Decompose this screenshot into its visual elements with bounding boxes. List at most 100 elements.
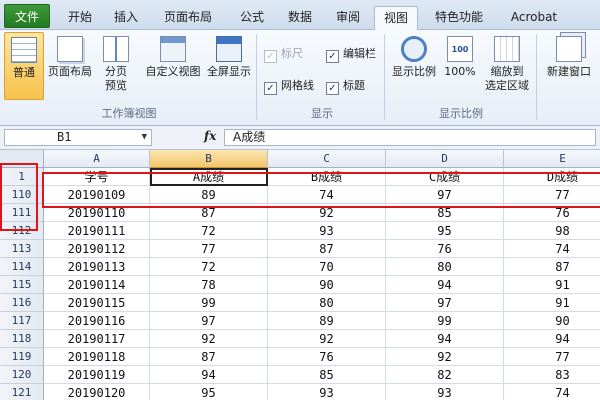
row-header[interactable]: 120	[0, 366, 44, 384]
row-header[interactable]: 1	[0, 168, 44, 186]
page-break-preview-button[interactable]: 分页 预览	[96, 32, 136, 100]
table-cell[interactable]: 89	[150, 186, 268, 204]
header-cell[interactable]: C成绩	[386, 168, 504, 186]
table-cell[interactable]: 94	[504, 330, 600, 348]
table-cell[interactable]: 20190118	[44, 348, 150, 366]
zoom-button[interactable]: 显示比例	[388, 32, 440, 100]
table-cell[interactable]: 74	[268, 186, 386, 204]
table-cell[interactable]: 97	[386, 294, 504, 312]
table-cell[interactable]: 94	[386, 276, 504, 294]
row-header[interactable]: 110	[0, 186, 44, 204]
table-cell[interactable]: 83	[504, 366, 600, 384]
table-cell[interactable]: 89	[268, 312, 386, 330]
row-header[interactable]: 115	[0, 276, 44, 294]
table-cell[interactable]: 70	[268, 258, 386, 276]
tab-page-layout[interactable]: 页面布局	[152, 6, 224, 30]
table-cell[interactable]: 77	[504, 186, 600, 204]
gridlines-checkbox[interactable]: ✓ 网格线	[264, 78, 314, 95]
table-cell[interactable]: 87	[504, 258, 600, 276]
formula-bar-checkbox[interactable]: ✓ 编辑栏	[326, 46, 376, 63]
table-cell[interactable]: 95	[386, 222, 504, 240]
table-cell[interactable]: 90	[504, 312, 600, 330]
table-cell[interactable]: 94	[150, 366, 268, 384]
zoom-to-selection-button[interactable]: 缩放到 选定区域	[480, 32, 534, 100]
insert-function-icon[interactable]: fx	[204, 129, 216, 143]
table-cell[interactable]: 97	[386, 186, 504, 204]
table-cell[interactable]: 87	[150, 348, 268, 366]
row-header[interactable]: 119	[0, 348, 44, 366]
table-cell[interactable]: 20190115	[44, 294, 150, 312]
table-cell[interactable]: 77	[150, 240, 268, 258]
chevron-down-icon[interactable]: ▼	[142, 130, 147, 145]
table-cell[interactable]: 76	[504, 204, 600, 222]
table-cell[interactable]: 85	[386, 204, 504, 222]
table-cell[interactable]: 80	[268, 294, 386, 312]
row-header[interactable]: 117	[0, 312, 44, 330]
table-cell[interactable]: 20190111	[44, 222, 150, 240]
new-window-button[interactable]: 新建窗口	[538, 32, 600, 100]
column-header-a[interactable]: A	[44, 150, 150, 168]
table-cell[interactable]: 92	[386, 348, 504, 366]
table-cell[interactable]: 93	[268, 384, 386, 400]
row-header[interactable]: 111	[0, 204, 44, 222]
table-cell[interactable]: 76	[268, 348, 386, 366]
table-cell[interactable]: 20190116	[44, 312, 150, 330]
table-cell[interactable]: 20190114	[44, 276, 150, 294]
table-cell[interactable]: 94	[386, 330, 504, 348]
headings-checkbox[interactable]: ✓ 标题	[326, 78, 365, 95]
table-cell[interactable]: 93	[268, 222, 386, 240]
name-box[interactable]: B1 ▼	[4, 129, 152, 146]
tab-special-features[interactable]: 特色功能	[424, 6, 494, 30]
column-header-d[interactable]: D	[386, 150, 504, 168]
row-header[interactable]: 121	[0, 384, 44, 400]
tab-acrobat[interactable]: Acrobat	[502, 6, 566, 30]
column-header-e[interactable]: E	[504, 150, 600, 168]
table-cell[interactable]: 74	[504, 384, 600, 400]
table-cell[interactable]: 87	[150, 204, 268, 222]
table-cell[interactable]: 20190117	[44, 330, 150, 348]
tab-file[interactable]: 文件	[4, 4, 50, 28]
table-cell[interactable]: 99	[150, 294, 268, 312]
table-cell[interactable]: 72	[150, 258, 268, 276]
full-screen-button[interactable]: 全屏显示	[204, 32, 254, 100]
row-header[interactable]: 114	[0, 258, 44, 276]
table-cell[interactable]: 92	[268, 330, 386, 348]
table-cell[interactable]: 20190113	[44, 258, 150, 276]
table-cell[interactable]: 82	[386, 366, 504, 384]
tab-formulas[interactable]: 公式	[230, 6, 274, 30]
normal-view-button[interactable]: 普通	[4, 32, 44, 100]
header-cell[interactable]: 学号	[44, 168, 150, 186]
table-cell[interactable]: 92	[268, 204, 386, 222]
table-cell[interactable]: 20190120	[44, 384, 150, 400]
page-layout-view-button[interactable]: 页面布局	[46, 32, 94, 100]
select-all-corner[interactable]	[0, 150, 44, 168]
header-cell[interactable]: D成绩	[504, 168, 600, 186]
table-cell[interactable]: 90	[268, 276, 386, 294]
table-cell[interactable]: 20190109	[44, 186, 150, 204]
table-cell[interactable]: 72	[150, 222, 268, 240]
column-header-b[interactable]: B	[150, 150, 268, 168]
table-cell[interactable]: 20190110	[44, 204, 150, 222]
worksheet-grid[interactable]: A B C D E 1 学号 A成绩 B成绩 C成绩 D成绩 110 20190109 89 74…	[0, 150, 600, 400]
tab-insert[interactable]: 插入	[104, 6, 148, 30]
tab-view[interactable]: 视图	[374, 6, 418, 31]
tab-home[interactable]: 开始	[58, 6, 102, 30]
table-cell[interactable]: 20190112	[44, 240, 150, 258]
table-cell[interactable]: 78	[150, 276, 268, 294]
table-cell[interactable]: 93	[386, 384, 504, 400]
tab-data[interactable]: 数据	[278, 6, 322, 30]
row-header[interactable]: 118	[0, 330, 44, 348]
table-cell[interactable]: 74	[504, 240, 600, 258]
custom-views-button[interactable]: 自定义视图	[142, 32, 204, 100]
header-cell[interactable]: B成绩	[268, 168, 386, 186]
zoom-100-button[interactable]: 100 100%	[442, 32, 478, 100]
row-header[interactable]: 116	[0, 294, 44, 312]
table-cell[interactable]: 76	[386, 240, 504, 258]
ruler-checkbox[interactable]: ✓ 标尺	[264, 46, 303, 63]
row-header[interactable]: 113	[0, 240, 44, 258]
header-cell[interactable]: A成绩	[150, 168, 268, 186]
table-cell[interactable]: 99	[386, 312, 504, 330]
table-cell[interactable]: 91	[504, 294, 600, 312]
table-cell[interactable]: 92	[150, 330, 268, 348]
formula-input[interactable]: A成绩	[224, 129, 596, 146]
